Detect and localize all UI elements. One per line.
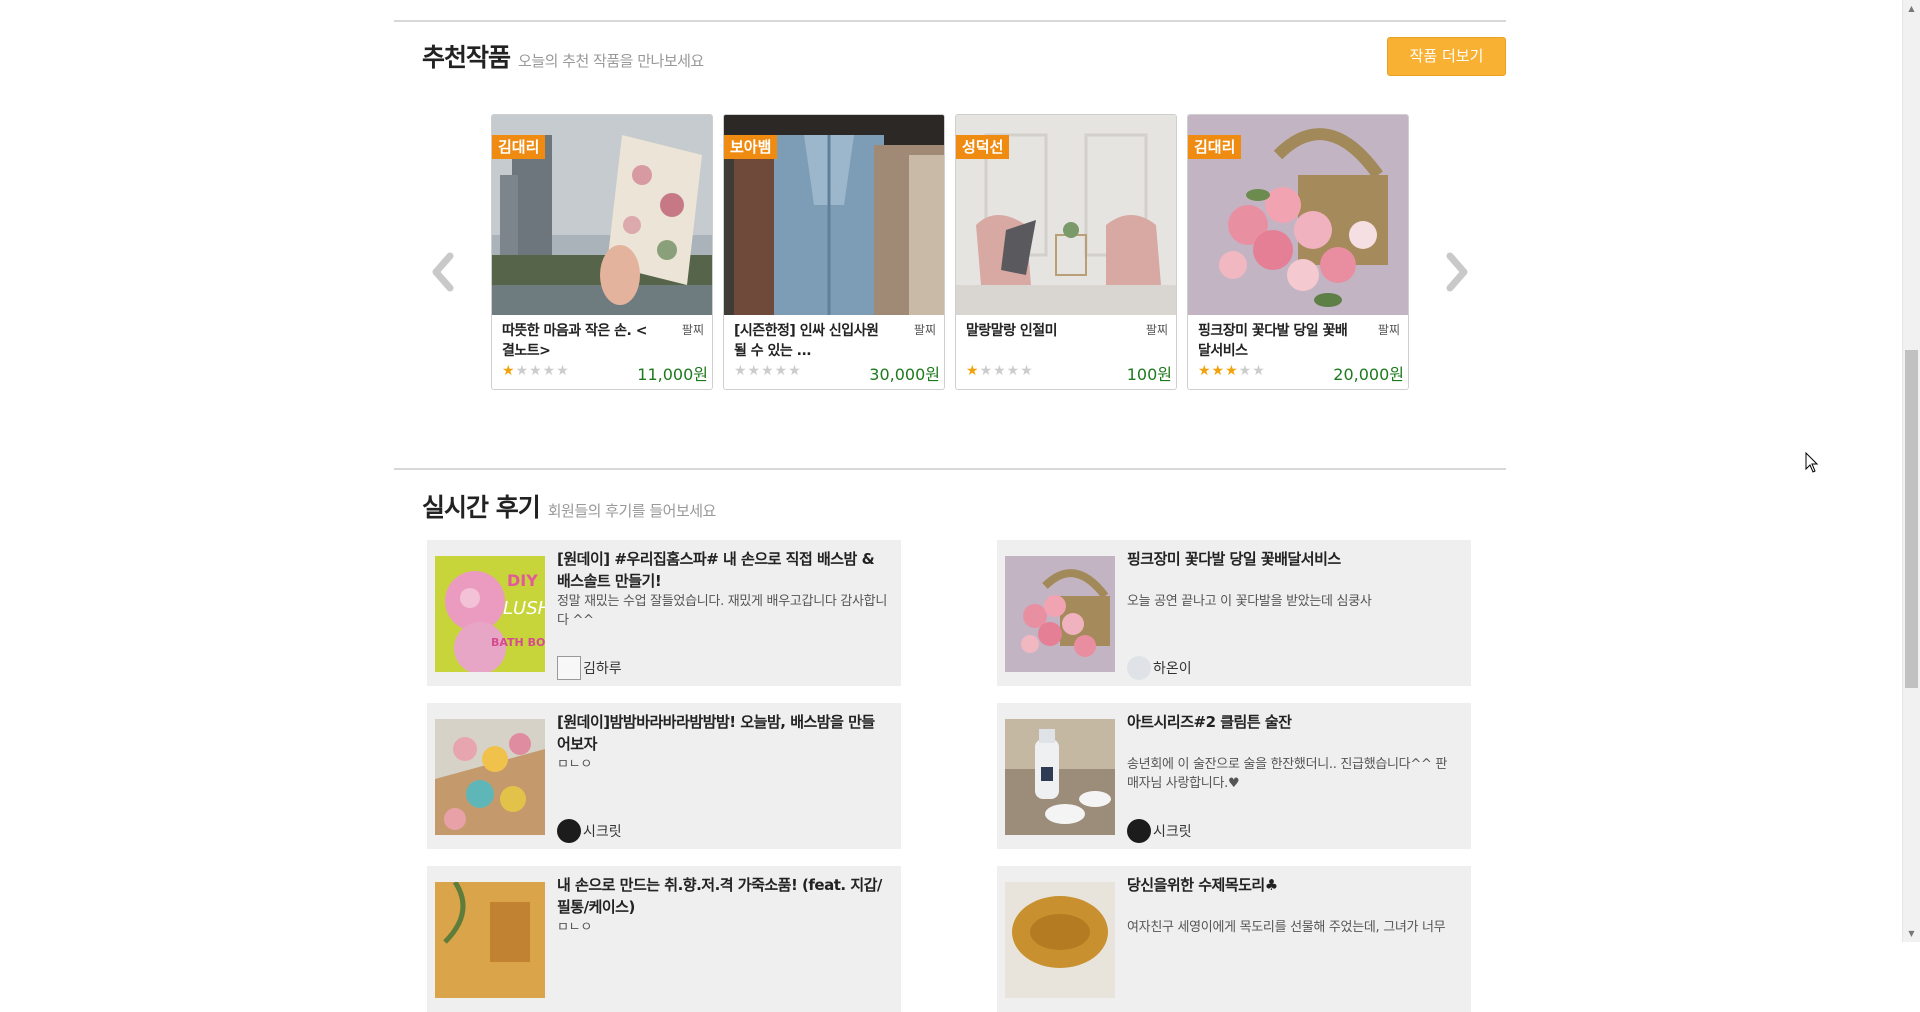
seller-badge: 김대리 — [1188, 135, 1242, 159]
avatar — [1127, 819, 1151, 843]
review-card[interactable]: 당신을위한 수제목도리♣ 여자친구 세영이에게 목도리를 선물해 주었는데, 그… — [997, 866, 1471, 1012]
seller-badge: 보아뱀 — [724, 135, 778, 159]
review-section-title: 실시간 후기 회원들의 후기를 들어보세요 — [422, 488, 716, 524]
review-username: 하온이 — [1153, 661, 1192, 677]
scroll-down-icon[interactable]: ▼ — [1903, 925, 1920, 942]
broken-image-icon — [557, 656, 581, 680]
review-username: 김하루 — [583, 661, 622, 677]
section-divider — [394, 468, 1506, 470]
chevron-left-icon — [432, 252, 454, 292]
scroll-up-icon[interactable]: ▲ — [1903, 0, 1920, 17]
review-item-title: 내 손으로 만드는 취.향.저.격 가죽소품! (feat. 지갑/필통/케이스… — [557, 876, 882, 916]
product-card[interactable]: 김대리 따뜻한 마음과 작은 손. < 결노트> 팔찌 ★★★★★ 11,000… — [491, 114, 713, 390]
recommend-subtitle: 오늘의 추천 작품을 만나보세요 — [518, 52, 704, 70]
product-price: 100원 — [1126, 365, 1172, 384]
review-item-text: ㅁㄴㅇ — [557, 920, 592, 935]
review-item-text: 여자친구 세영이에게 목도리를 선물해 주었는데, 그녀가 너무 — [1127, 920, 1446, 935]
review-item-text: 송년회에 이 술잔으로 술을 한잔했더니.. 진급했습니다^^ 판매자님 사랑합… — [1127, 757, 1448, 791]
mouse-cursor-icon — [1805, 452, 1819, 473]
review-image — [1005, 882, 1115, 998]
product-price: 11,000원 — [637, 365, 708, 384]
review-item-title: [원데이]밤밤바라바라밤밤밤! 오늘밤, 배스밤을 만들어보자 — [557, 713, 875, 753]
review-image — [435, 882, 545, 998]
recommend-section-title: 추천작품 오늘의 추천 작품을 만나보세요 — [422, 38, 704, 74]
product-tag: 팔찌 — [913, 323, 936, 337]
carousel-next-button[interactable] — [1436, 244, 1476, 300]
review-title: 실시간 후기 — [422, 493, 541, 522]
carousel-prev-button[interactable] — [424, 244, 464, 300]
review-card[interactable]: 내 손으로 만드는 취.향.저.격 가죽소품! (feat. 지갑/필통/케이스… — [427, 866, 901, 1012]
review-item-title: 당신을위한 수제목도리♣ — [1127, 876, 1278, 894]
review-username: 시크릿 — [1153, 824, 1192, 840]
svg-text:LUSH: LUSH — [503, 598, 545, 619]
review-image — [435, 719, 545, 835]
rating-stars: ★★★★★ — [966, 363, 1034, 379]
scrollbar-thumb[interactable] — [1905, 350, 1918, 688]
review-user: 시크릿 — [1127, 819, 1192, 843]
product-title: [시즌한정] 인싸 신입사원될 수 있는 ... — [734, 323, 879, 359]
avatar — [1127, 656, 1151, 680]
avatar — [557, 819, 581, 843]
product-price: 30,000원 — [869, 365, 940, 384]
review-item-text: ㅁㄴㅇ — [557, 757, 592, 772]
review-user: 하온이 — [1127, 656, 1192, 680]
chevron-right-icon — [1446, 252, 1468, 292]
rating-stars: ★★★★★ — [1198, 363, 1266, 379]
rating-stars: ★★★★★ — [734, 363, 802, 379]
vertical-scrollbar[interactable]: ▲ ▼ — [1902, 0, 1920, 942]
review-item-text: 오늘 공연 끝나고 이 꽃다발을 받았는데 심쿵사 — [1127, 594, 1372, 609]
review-item-title: 아트시리즈#2 클림튼 술잔 — [1127, 713, 1292, 731]
review-user: 김하루 — [557, 656, 622, 680]
svg-text:BATH BOMB: BATH BOMB — [491, 636, 545, 649]
section-divider — [394, 20, 1506, 22]
rating-stars: ★★★★★ — [502, 363, 570, 379]
product-tag: 팔찌 — [1145, 323, 1168, 337]
seller-badge: 성덕선 — [956, 135, 1010, 159]
review-item-title: 핑크장미 꽃다발 당일 꽃배달서비스 — [1127, 550, 1341, 568]
review-image — [1005, 556, 1115, 672]
product-card[interactable]: 보아뱀 [시즌한정] 인싸 신입사원될 수 있는 ... 팔찌 ★★★★★ 30… — [723, 114, 945, 390]
product-title: 말랑말랑 인절미 — [966, 323, 1058, 339]
review-item-title: [원데이] #우리집홈스파# 내 손으로 직접 배스밤 & 배스솔트 만들기! — [557, 550, 875, 590]
review-card[interactable]: DIY LUSH BATH BOMB [원데이] #우리집홈스파# 내 손으로 … — [427, 540, 901, 686]
review-username: 시크릿 — [583, 824, 622, 840]
review-image: DIY LUSH BATH BOMB — [435, 556, 545, 672]
product-title: 핑크장미 꽃다발 당일 꽃배달서비스 — [1198, 323, 1348, 359]
product-price: 20,000원 — [1333, 365, 1404, 384]
review-card[interactable]: 핑크장미 꽃다발 당일 꽃배달서비스 오늘 공연 끝나고 이 꽃다발을 받았는데… — [997, 540, 1471, 686]
product-title: 따뜻한 마음과 작은 손. < 결노트> — [502, 323, 647, 359]
product-tag: 팔찌 — [1377, 323, 1400, 337]
review-user: 시크릿 — [557, 819, 622, 843]
review-subtitle: 회원들의 후기를 들어보세요 — [547, 502, 717, 520]
review-card[interactable]: 아트시리즈#2 클림튼 술잔 송년회에 이 술잔으로 술을 한잔했더니.. 진급… — [997, 703, 1471, 849]
product-card[interactable]: 김대리 핑크장미 꽃다발 당일 꽃배달서비스 팔찌 ★★★★★ 20,000원 — [1187, 114, 1409, 390]
product-card[interactable]: 성덕선 말랑말랑 인절미 팔찌 ★★★★★ 100원 — [955, 114, 1177, 390]
review-card[interactable]: [원데이]밤밤바라바라밤밤밤! 오늘밤, 배스밤을 만들어보자 ㅁㄴㅇ 시크릿 — [427, 703, 901, 849]
more-works-button[interactable]: 작품 더보기 — [1387, 37, 1506, 76]
product-tag: 팔찌 — [681, 323, 704, 337]
seller-badge: 김대리 — [492, 135, 546, 159]
review-image — [1005, 719, 1115, 835]
recommend-title: 추천작품 — [422, 43, 511, 72]
svg-text:DIY: DIY — [507, 571, 538, 590]
review-item-text: 정말 재밌는 수업 잘들었습니다. 재밌게 배우고갑니다 감사합니다 ^^ — [557, 594, 887, 628]
